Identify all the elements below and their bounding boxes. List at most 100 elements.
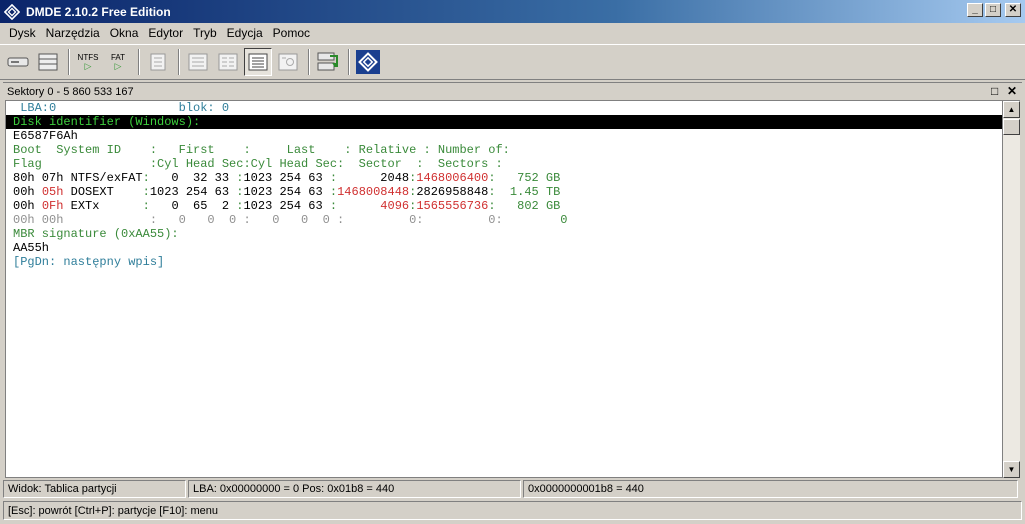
editor-text: Flag :Cyl Head Sec:Cyl Head Sec: Sector … — [13, 157, 503, 171]
editor-text: Disk identifier (Windows): — [13, 115, 201, 129]
editor-text: 80h 07h NTFS/exFAT — [13, 171, 143, 185]
hex-view-icon — [188, 53, 208, 71]
editor-line: E6587F6Ah — [6, 129, 1002, 143]
menu-okna[interactable]: Okna — [105, 26, 144, 40]
editor-text: 1.45 TB — [495, 185, 561, 199]
search-view-button[interactable] — [274, 48, 302, 76]
editor-text: 0 32 33 — [149, 171, 237, 185]
panel-header: Sektory 0 - 5 860 533 167 □ ✕ — [3, 82, 1022, 100]
editor-text: 00h — [13, 199, 42, 213]
editor-line: [PgDn: następny wpis] — [6, 255, 1002, 269]
editor-text: [PgDn: następny wpis] — [13, 255, 165, 269]
editor-text: : — [142, 199, 150, 213]
editor-text: LBA:0 blok: 0 — [13, 101, 230, 115]
status-lba: LBA: 0x00000000 = 0 Pos: 0x01b8 = 440 — [188, 480, 521, 498]
template-view-icon — [248, 53, 268, 71]
text-view-button[interactable] — [214, 48, 242, 76]
ntfs-search-button[interactable]: NTFS ▷ — [74, 48, 102, 76]
panel-close-button[interactable]: ✕ — [1007, 84, 1017, 98]
maximize-button[interactable]: □ — [985, 3, 1001, 17]
editor-text: 1023 254 63 — [243, 171, 330, 185]
scroll-up-button[interactable]: ▲ — [1003, 101, 1020, 118]
editor-line: 00h 00h : 0 0 0 : 0 0 0 : 0: 0: 0 — [6, 213, 1002, 227]
toolbar-separator — [308, 49, 310, 75]
editor-text: 1468006400 — [416, 171, 489, 185]
menu-dysk[interactable]: Dysk — [4, 26, 41, 40]
editor-text: 2826958848 — [416, 185, 489, 199]
editor-text: 0 65 2 — [149, 199, 237, 213]
scroll-thumb[interactable] — [1003, 119, 1020, 135]
panel-title: Sektory 0 - 5 860 533 167 — [7, 85, 134, 98]
editor-text: E6587F6Ah — [13, 129, 78, 143]
menu-narzedzia[interactable]: Narzędzia — [41, 26, 105, 40]
editor-text: DOSEXT — [63, 185, 143, 199]
partitions-icon — [38, 53, 58, 71]
window-title: DMDE 2.10.2 Free Edition — [26, 4, 171, 19]
about-button[interactable] — [354, 48, 382, 76]
toolbar-separator — [348, 49, 350, 75]
play-icon: ▷ — [114, 60, 122, 71]
hint-bar: [Esc]: powrót [Ctrl+P]: partycje [F10]: … — [3, 501, 1022, 520]
editor-line: Flag :Cyl Head Sec:Cyl Head Sec: Sector … — [6, 157, 1002, 171]
status-bar: Widok: Tablica partycji LBA: 0x00000000 … — [3, 480, 1022, 498]
editor-text: 752 GB — [495, 171, 561, 185]
editor-text: : — [142, 185, 150, 199]
editor-text: : — [142, 171, 150, 185]
editor-line: 80h 07h NTFS/exFAT: 0 32 33 :1023 254 63… — [6, 171, 1002, 185]
status-offset: 0x0000000001b8 = 440 — [523, 480, 1018, 498]
toolbar-separator — [68, 49, 70, 75]
hex-view-button[interactable] — [184, 48, 212, 76]
close-button[interactable]: ✕ — [1005, 3, 1021, 17]
search-view-icon — [278, 53, 298, 71]
select-drive-button[interactable] — [4, 48, 32, 76]
status-view: Widok: Tablica partycji — [3, 480, 186, 498]
editor-line: Disk identifier (Windows): — [6, 115, 1002, 129]
menu-edytor[interactable]: Edytor — [143, 26, 188, 40]
panel-maximize-button[interactable]: □ — [991, 84, 998, 98]
menu-pomoc[interactable]: Pomoc — [268, 26, 315, 40]
text-view-icon — [218, 53, 238, 71]
editor-text: 1565556736 — [416, 199, 489, 213]
dmde-logo-icon — [4, 3, 20, 20]
editor-text: : — [488, 171, 496, 185]
template-view-button[interactable] — [244, 48, 272, 76]
editor-text: EXTx — [63, 199, 143, 213]
menu-bar: Dysk Narzędzia Okna Edytor Tryb Edycja P… — [0, 23, 1025, 43]
disk-drive-icon — [7, 57, 29, 67]
menu-edycja[interactable]: Edycja — [222, 26, 268, 40]
dmde-logo-icon — [356, 50, 380, 74]
toolbar: NTFS ▷ FAT ▷ — [0, 44, 1025, 80]
editor-text: 802 GB — [495, 199, 561, 213]
go-to-button[interactable] — [314, 48, 342, 76]
partitions-button[interactable] — [34, 48, 62, 76]
editor-text: 1023 254 63 — [243, 199, 330, 213]
editor-line: AA55h — [6, 241, 1002, 255]
file-panel-button[interactable] — [144, 48, 172, 76]
editor-line: 00h 0Fh EXTx : 0 65 2 :1023 254 63 : 409… — [6, 199, 1002, 213]
editor-text: Boot System ID : First : Last : Relative… — [13, 143, 510, 157]
play-icon: ▷ — [84, 60, 92, 71]
editor-line: LBA:0 blok: 0 — [6, 101, 1002, 115]
title-bar: DMDE 2.10.2 Free Edition _ □ ✕ — [0, 0, 1025, 23]
vertical-scrollbar[interactable]: ▲ ▼ — [1003, 100, 1020, 478]
editor-text: : — [329, 199, 338, 213]
editor-text: : — [329, 185, 338, 199]
menu-tryb[interactable]: Tryb — [188, 26, 222, 40]
go-arrow-icon — [317, 52, 338, 71]
fat-search-button[interactable]: FAT ▷ — [104, 48, 132, 76]
minimize-button[interactable]: _ — [967, 3, 983, 17]
toolbar-separator — [178, 49, 180, 75]
editor-text: 00h 00h : 0 0 0 : 0 0 0 : 0: 0: — [13, 213, 503, 227]
editor-text: MBR signature (0xAA55): — [13, 227, 179, 241]
editor-text: AA55h — [13, 241, 50, 255]
editor-text: : — [488, 185, 496, 199]
editor-text: 0Fh — [41, 199, 64, 213]
editor-text: 1468008448 — [337, 185, 410, 199]
editor-text: : — [329, 171, 338, 185]
editor-line: MBR signature (0xAA55): — [6, 227, 1002, 241]
scroll-down-button[interactable]: ▼ — [1003, 461, 1020, 478]
sector-editor[interactable]: LBA:0 blok: 0 Disk identifier (Windows): E… — [5, 100, 1003, 478]
toolbar-separator — [138, 49, 140, 75]
editor-text: 4096 — [337, 199, 410, 213]
editor-text: 00h — [13, 185, 42, 199]
